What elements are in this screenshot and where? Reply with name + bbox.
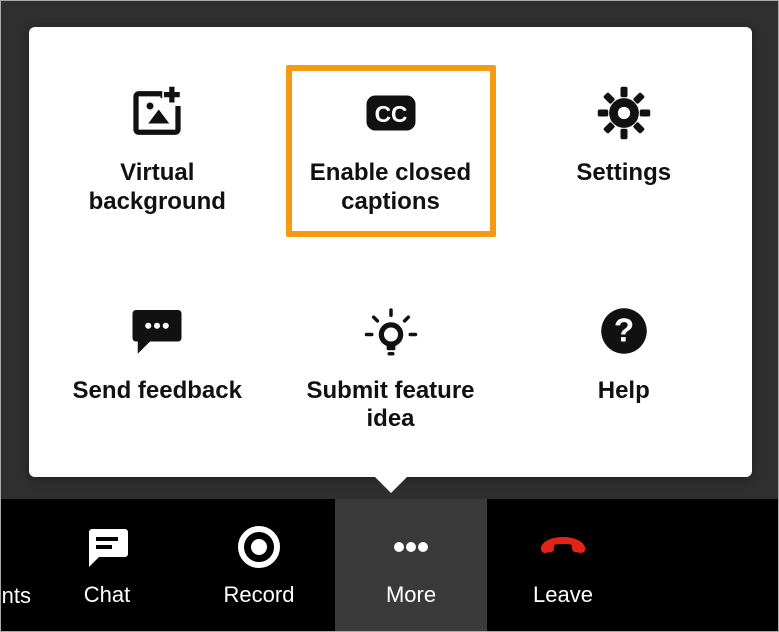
menu-item-label: Virtual background xyxy=(62,159,252,217)
help-option[interactable]: ? Help xyxy=(519,283,729,426)
toolbar-item-label: Chat xyxy=(84,582,130,608)
more-button[interactable]: More xyxy=(335,499,487,631)
gear-icon xyxy=(592,81,656,145)
chat-icon xyxy=(82,522,132,572)
image-icon xyxy=(125,81,189,145)
send-feedback-option[interactable]: Send feedback xyxy=(52,283,262,426)
menu-item-label: Enable closed captions xyxy=(296,159,486,217)
menu-item-label: Settings xyxy=(576,159,671,188)
submit-feature-idea-option[interactable]: Submit feature idea xyxy=(286,283,496,455)
enable-closed-captions-option[interactable]: CC Enable closed captions xyxy=(286,65,496,237)
help-icon: ? xyxy=(592,299,656,363)
app-stage: Virtual background CC Enable closed capt… xyxy=(0,0,779,632)
menu-item-label: Submit feature idea xyxy=(296,377,486,435)
partial-label: nts xyxy=(2,583,31,609)
record-button[interactable]: Record xyxy=(183,499,335,631)
feedback-icon xyxy=(125,299,189,363)
menu-item-label: Send feedback xyxy=(73,377,242,406)
toolbar-partial-item: nts xyxy=(1,499,31,631)
menu-row: Send feedback Submit feature idea xyxy=(29,283,752,455)
chat-button[interactable]: Chat xyxy=(31,499,183,631)
more-icon xyxy=(386,522,436,572)
menu-item-label: Help xyxy=(598,377,650,406)
leave-button[interactable]: Leave xyxy=(487,499,639,631)
more-menu-popover: Virtual background CC Enable closed capt… xyxy=(29,27,752,477)
toolbar-item-label: Record xyxy=(224,582,295,608)
toolbar-item-label: More xyxy=(386,582,436,608)
settings-option[interactable]: Settings xyxy=(519,65,729,208)
virtual-background-option[interactable]: Virtual background xyxy=(52,65,262,237)
closed-captions-icon: CC xyxy=(359,81,423,145)
lightbulb-icon xyxy=(359,299,423,363)
toolbar-item-label: Leave xyxy=(533,582,593,608)
record-icon xyxy=(234,522,284,572)
svg-text:CC: CC xyxy=(374,101,407,127)
hangup-icon xyxy=(538,522,588,572)
menu-row: Virtual background CC Enable closed capt… xyxy=(29,65,752,237)
bottom-toolbar: nts Chat Record xyxy=(1,499,778,631)
svg-text:?: ? xyxy=(614,312,634,349)
